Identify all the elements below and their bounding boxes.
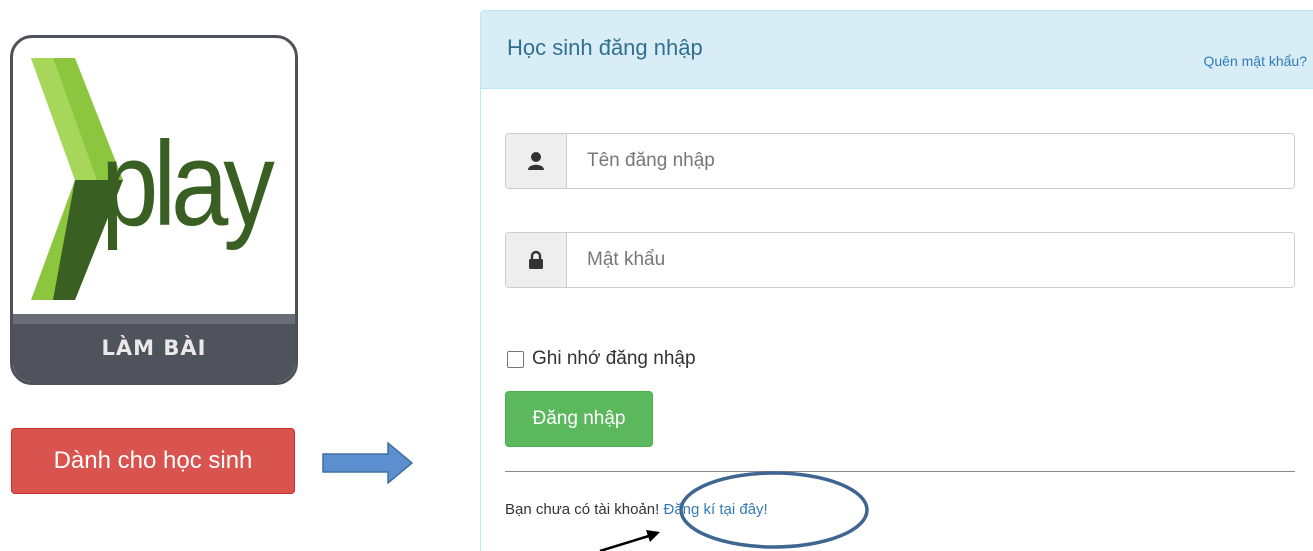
logo-wordmark: play [101, 117, 275, 251]
login-panel: Học sinh đăng nhập Quên mật khẩu? Ghi nh… [480, 10, 1313, 551]
username-group [505, 133, 1295, 189]
panel-heading: Học sinh đăng nhập Quên mật khẩu? [481, 11, 1313, 89]
signup-line: Bạn chưa có tài khoản! Đăng kí tại đây! [505, 501, 768, 518]
divider [505, 471, 1295, 472]
remember-checkbox[interactable] [507, 350, 524, 368]
login-button[interactable]: Đăng nhập [505, 391, 653, 447]
lock-icon [506, 233, 567, 287]
signup-prefix: Bạn chưa có tài khoản! [505, 501, 664, 518]
panel-title: Học sinh đăng nhập [507, 35, 703, 60]
remember-label: Ghi nhớ đăng nhập [532, 348, 696, 369]
password-group [505, 232, 1295, 288]
play-logo: play LÀM BÀI [10, 35, 298, 385]
user-icon [506, 134, 567, 188]
username-input[interactable] [567, 134, 1294, 188]
right-arrow-icon [322, 442, 414, 484]
signup-link[interactable]: Đăng kí tại đây! [663, 501, 767, 518]
forgot-password-link[interactable]: Quên mật khẩu? [1203, 53, 1307, 69]
password-input[interactable] [567, 233, 1294, 287]
logo-band-label: LÀM BÀI [13, 314, 295, 382]
student-button[interactable]: Dành cho học sinh [11, 428, 295, 494]
remember-me[interactable]: Ghi nhớ đăng nhập [507, 348, 696, 370]
